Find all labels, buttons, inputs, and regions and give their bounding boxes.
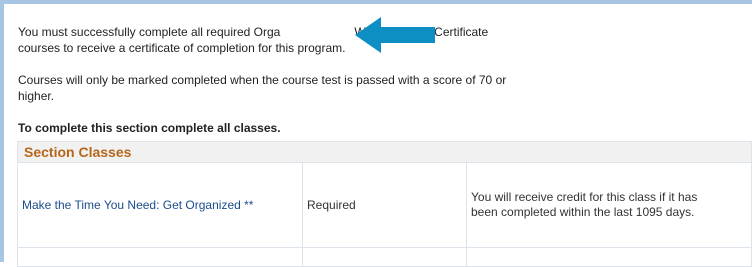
page-frame: You must successfully complete all requi… — [0, 0, 752, 267]
empty-cell — [17, 247, 303, 267]
empty-cell — [466, 247, 752, 267]
course-link[interactable]: Make the Time You Need: Get Organized ** — [22, 198, 253, 212]
completion-text-line1: Courses will only be marked completed wh… — [18, 73, 507, 87]
frame-left-border — [0, 0, 4, 262]
frame-top-border — [0, 0, 752, 4]
section-instruction: To complete this section complete all cl… — [18, 121, 281, 135]
section-classes-header: Section Classes — [17, 141, 752, 163]
completion-text-line2: higher. — [18, 89, 55, 103]
credit-text: You will receive credit for this class i… — [471, 190, 698, 219]
requirement-text-part1: You must successfully complete all requi… — [18, 25, 281, 39]
empty-cell — [302, 247, 467, 267]
course-cell: Make the Time You Need: Get Organized ** — [17, 162, 303, 248]
completion-paragraph: Courses will only be marked completed wh… — [18, 72, 658, 104]
requirement-text-line2: courses to receive a certificate of comp… — [18, 41, 346, 55]
requirement-cell: Required — [302, 162, 467, 248]
left-arrow-icon — [355, 17, 435, 53]
credit-cell: You will receive credit for this class i… — [466, 162, 752, 248]
table-row: Make the Time You Need: Get Organized **… — [17, 162, 752, 248]
requirement-paragraph: You must successfully complete all requi… — [18, 24, 658, 56]
section-classes-table: Section Classes Make the Time You Need: … — [17, 141, 752, 267]
table-row-empty — [17, 247, 752, 267]
